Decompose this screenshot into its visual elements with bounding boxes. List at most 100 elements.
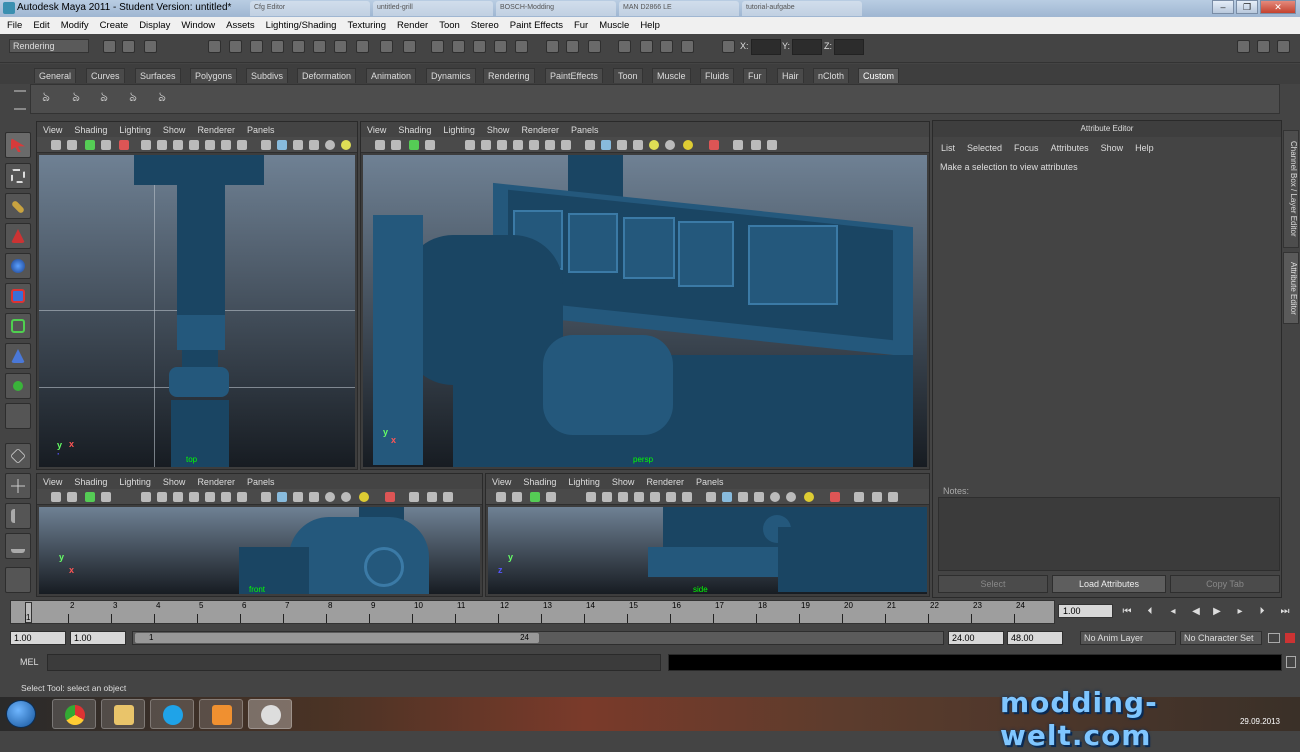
menu-set-dropdown[interactable]: Rendering bbox=[9, 39, 89, 53]
field-chart-icon[interactable] bbox=[650, 492, 660, 502]
2d-pan-icon[interactable] bbox=[425, 140, 435, 150]
key-icon[interactable] bbox=[1268, 633, 1280, 643]
menu-help[interactable]: Help bbox=[640, 20, 660, 31]
media-player-taskbar-icon[interactable] bbox=[199, 699, 243, 729]
script-editor-icon[interactable] bbox=[1286, 656, 1296, 668]
wireframe-on-shaded-icon[interactable] bbox=[293, 140, 303, 150]
range-slider[interactable]: 1 24 bbox=[132, 631, 944, 645]
panel-menu-shading[interactable]: Shading bbox=[398, 125, 431, 135]
channel-box-tab[interactable]: Channel Box / Layer Editor bbox=[1283, 130, 1299, 248]
field-chart-icon[interactable] bbox=[205, 492, 215, 502]
y-field[interactable] bbox=[792, 39, 822, 55]
skype-taskbar-icon[interactable] bbox=[150, 699, 194, 729]
shadows-icon[interactable] bbox=[786, 492, 796, 502]
xray-joints-icon[interactable] bbox=[751, 140, 761, 150]
menu-file[interactable]: File bbox=[7, 20, 22, 31]
wireframe-icon[interactable] bbox=[706, 492, 716, 502]
menu-lighting-shading[interactable]: Lighting/Shading bbox=[266, 20, 337, 31]
shelf-menu-icon[interactable] bbox=[14, 90, 26, 110]
film-gate-icon[interactable] bbox=[602, 492, 612, 502]
persp-graph-layout-icon[interactable] bbox=[5, 533, 31, 559]
panel-menu-renderer[interactable]: Renderer bbox=[197, 125, 235, 135]
attr-menu-focus[interactable]: Focus bbox=[1014, 143, 1039, 153]
shelf-tab-muscle[interactable]: Muscle bbox=[652, 68, 691, 83]
wireframe-on-shaded-icon[interactable] bbox=[738, 492, 748, 502]
menu-paint-effects[interactable]: Paint Effects bbox=[510, 20, 563, 31]
2d-pan-icon[interactable] bbox=[101, 492, 111, 502]
shelf-tab-hair[interactable]: Hair bbox=[777, 68, 804, 83]
image-plane-icon[interactable] bbox=[530, 492, 540, 502]
z-field[interactable] bbox=[834, 39, 864, 55]
menu-muscle[interactable]: Muscle bbox=[599, 20, 629, 31]
film-gate-icon[interactable] bbox=[481, 140, 491, 150]
shelf-tab-surfaces[interactable]: Surfaces bbox=[135, 68, 181, 83]
snap-point-icon[interactable] bbox=[473, 40, 486, 53]
select-hierarchy-icon[interactable] bbox=[208, 40, 221, 53]
shelf-tab-subdivs[interactable]: Subdivs bbox=[246, 68, 289, 83]
bookmark-icon[interactable] bbox=[67, 140, 77, 150]
shelf-tab-deformation[interactable]: Deformation bbox=[297, 68, 357, 83]
safe-title-icon[interactable] bbox=[682, 492, 692, 502]
shelf-tab-polygons[interactable]: Polygons bbox=[190, 68, 238, 83]
safe-title-icon[interactable] bbox=[561, 140, 571, 150]
close-button[interactable]: ✕ bbox=[1260, 0, 1296, 14]
viewport-top[interactable]: y x · top bbox=[39, 155, 355, 467]
output-ops-icon[interactable] bbox=[566, 40, 579, 53]
select-tool-icon[interactable] bbox=[5, 132, 31, 158]
field-chart-icon[interactable] bbox=[529, 140, 539, 150]
attribute-editor-tab[interactable]: Attribute Editor bbox=[1283, 252, 1299, 324]
pick-joint-icon[interactable] bbox=[292, 40, 305, 53]
shelf-tab-custom[interactable]: Custom bbox=[858, 68, 900, 83]
range-slider-handle[interactable]: 1 24 bbox=[135, 633, 539, 643]
ipr-render-icon[interactable] bbox=[660, 40, 673, 53]
maximize-button[interactable]: ❐ bbox=[1236, 0, 1258, 14]
xray-icon[interactable] bbox=[733, 140, 743, 150]
textured-icon[interactable] bbox=[633, 140, 643, 150]
resolution-gate-icon[interactable] bbox=[618, 492, 628, 502]
pick-surface-icon[interactable] bbox=[334, 40, 347, 53]
panel-menu-lighting[interactable]: Lighting bbox=[443, 125, 475, 135]
smooth-shade-icon[interactable] bbox=[277, 492, 287, 502]
viewport-front[interactable]: y x front bbox=[39, 507, 480, 594]
panel-menu-show[interactable]: Show bbox=[163, 477, 186, 487]
panel-menu-show[interactable]: Show bbox=[612, 477, 635, 487]
menu-render[interactable]: Render bbox=[397, 20, 428, 31]
grid-icon[interactable] bbox=[141, 492, 151, 502]
construction-history-icon[interactable] bbox=[588, 40, 601, 53]
render-settings-icon[interactable] bbox=[681, 40, 694, 53]
xray-joints-icon[interactable] bbox=[427, 492, 437, 502]
safe-action-icon[interactable] bbox=[221, 140, 231, 150]
menu-modify[interactable]: Modify bbox=[61, 20, 89, 31]
resolution-gate-icon[interactable] bbox=[173, 492, 183, 502]
panel-menu-lighting[interactable]: Lighting bbox=[119, 477, 151, 487]
snap-plane-icon[interactable] bbox=[494, 40, 507, 53]
save-scene-icon[interactable] bbox=[144, 40, 157, 53]
select-object-icon[interactable] bbox=[229, 40, 242, 53]
shadows-icon[interactable] bbox=[341, 492, 351, 502]
panel-menu-renderer[interactable]: Renderer bbox=[521, 125, 559, 135]
copy-tab-button[interactable]: Copy Tab bbox=[1170, 575, 1280, 593]
lights-icon[interactable] bbox=[649, 140, 659, 150]
command-input[interactable] bbox=[47, 654, 661, 671]
menu-window[interactable]: Window bbox=[181, 20, 215, 31]
image-plane-icon[interactable] bbox=[409, 140, 419, 150]
single-perspective-layout-icon[interactable] bbox=[5, 443, 31, 469]
menu-toon[interactable]: Toon bbox=[439, 20, 460, 31]
lights-icon[interactable] bbox=[325, 140, 335, 150]
current-time-marker[interactable]: 1 bbox=[25, 602, 32, 623]
panel-menu-show[interactable]: Show bbox=[487, 125, 510, 135]
shadows-icon[interactable] bbox=[341, 140, 351, 150]
move-tool-icon[interactable] bbox=[5, 223, 31, 249]
image-plane-icon[interactable] bbox=[85, 140, 95, 150]
shelf-tab-curves[interactable]: Curves bbox=[86, 68, 125, 83]
grid-icon[interactable] bbox=[141, 140, 151, 150]
bookmark-icon[interactable] bbox=[512, 492, 522, 502]
select-button[interactable]: Select bbox=[938, 575, 1048, 593]
panel-menu-renderer[interactable]: Renderer bbox=[197, 477, 235, 487]
share-icon[interactable] bbox=[443, 492, 453, 502]
chrome-taskbar-icon[interactable] bbox=[52, 699, 96, 729]
step-forward-frame-icon[interactable]: ⏵ bbox=[1255, 606, 1269, 618]
open-scene-icon[interactable] bbox=[122, 40, 135, 53]
panel-menu-view[interactable]: View bbox=[367, 125, 386, 135]
minimize-button[interactable]: – bbox=[1212, 0, 1234, 14]
